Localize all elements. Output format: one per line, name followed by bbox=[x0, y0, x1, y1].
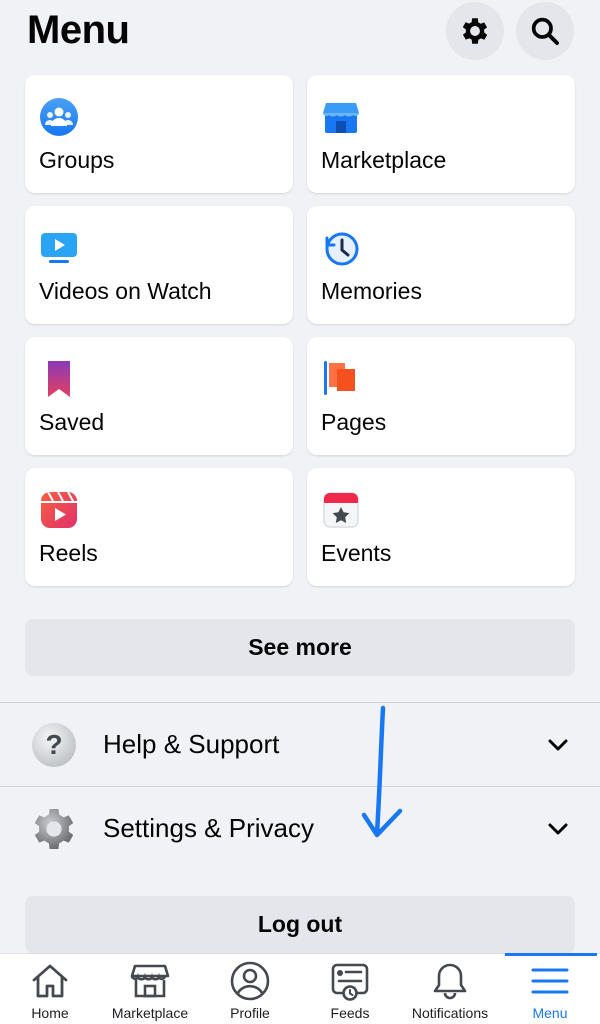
profile-icon bbox=[230, 961, 270, 1001]
shortcut-saved[interactable]: Saved bbox=[25, 337, 293, 455]
shortcut-marketplace[interactable]: Marketplace bbox=[307, 75, 575, 193]
watch-video-icon bbox=[41, 233, 77, 263]
reels-icon bbox=[41, 491, 77, 528]
shortcut-events[interactable]: Events bbox=[307, 468, 575, 586]
search-icon bbox=[531, 17, 559, 45]
feeds-icon bbox=[331, 963, 369, 1001]
shortcut-label: Groups bbox=[39, 147, 115, 173]
bell-icon bbox=[433, 963, 467, 1000]
tab-label: Menu bbox=[532, 1005, 568, 1021]
tab-home[interactable]: Home bbox=[0, 954, 100, 1024]
header: Menu bbox=[0, 0, 600, 66]
see-more-button[interactable]: See more bbox=[25, 619, 575, 676]
shortcut-groups[interactable]: Groups bbox=[25, 75, 293, 193]
shortcut-label: Reels bbox=[39, 540, 98, 566]
events-calendar-icon bbox=[323, 492, 359, 528]
tab-label: Marketplace bbox=[111, 1005, 189, 1021]
settings-button[interactable] bbox=[446, 2, 504, 60]
marketplace-icon bbox=[130, 964, 170, 998]
tab-label: Feeds bbox=[330, 1005, 370, 1021]
settings-privacy-section[interactable]: Settings & Privacy bbox=[0, 787, 600, 871]
tab-menu[interactable]: Menu bbox=[500, 954, 600, 1024]
shortcut-videos-on-watch[interactable]: Videos on Watch bbox=[25, 206, 293, 324]
hand-drawn-arrow-down-icon bbox=[361, 705, 403, 838]
menu-icon bbox=[531, 968, 569, 994]
shortcut-label: Saved bbox=[39, 409, 105, 435]
memories-clock-icon bbox=[325, 232, 359, 266]
active-tab-indicator bbox=[505, 953, 597, 956]
help-support-section[interactable]: ? Help & Support bbox=[0, 703, 600, 787]
svg-text:?: ? bbox=[45, 729, 62, 760]
tab-label: Notifications bbox=[411, 1005, 489, 1021]
tab-notifications[interactable]: Notifications bbox=[400, 954, 500, 1024]
pages-flag-icon bbox=[324, 361, 355, 395]
shortcut-memories[interactable]: Memories bbox=[307, 206, 575, 324]
shortcut-reels[interactable]: Reels bbox=[25, 468, 293, 586]
groups-icon bbox=[40, 98, 78, 136]
shortcut-label: Pages bbox=[321, 409, 387, 435]
tab-marketplace[interactable]: Marketplace bbox=[100, 954, 200, 1024]
saved-bookmark-icon bbox=[48, 361, 70, 397]
bottom-tab-bar: Home Marketplace Profile Feeds Notificat… bbox=[0, 953, 600, 1024]
search-button[interactable] bbox=[516, 2, 574, 60]
section-label: Settings & Privacy bbox=[103, 813, 314, 843]
shortcut-grid: Groups Marketplace Videos on Watch Memor… bbox=[25, 75, 575, 586]
home-icon bbox=[32, 964, 68, 998]
marketplace-store-icon bbox=[323, 103, 359, 133]
gear-icon bbox=[462, 18, 488, 44]
shortcut-pages[interactable]: Pages bbox=[307, 337, 575, 455]
tab-label: Home bbox=[31, 1005, 69, 1021]
settings-gear-icon bbox=[34, 809, 74, 849]
shortcut-label: Marketplace bbox=[321, 147, 447, 173]
tab-profile[interactable]: Profile bbox=[200, 954, 300, 1024]
page-title: Menu bbox=[27, 8, 130, 52]
help-question-icon: ? bbox=[32, 723, 76, 767]
tab-label: Profile bbox=[230, 1005, 270, 1021]
shortcut-label: Videos on Watch bbox=[39, 278, 212, 304]
section-label: Help & Support bbox=[103, 729, 280, 759]
shortcut-label: Memories bbox=[321, 278, 422, 304]
chevron-down-icon bbox=[548, 823, 568, 835]
shortcut-label: Events bbox=[321, 540, 392, 566]
log-out-button[interactable]: Log out bbox=[25, 896, 575, 953]
chevron-down-icon bbox=[548, 739, 568, 751]
tab-feeds[interactable]: Feeds bbox=[300, 954, 400, 1024]
